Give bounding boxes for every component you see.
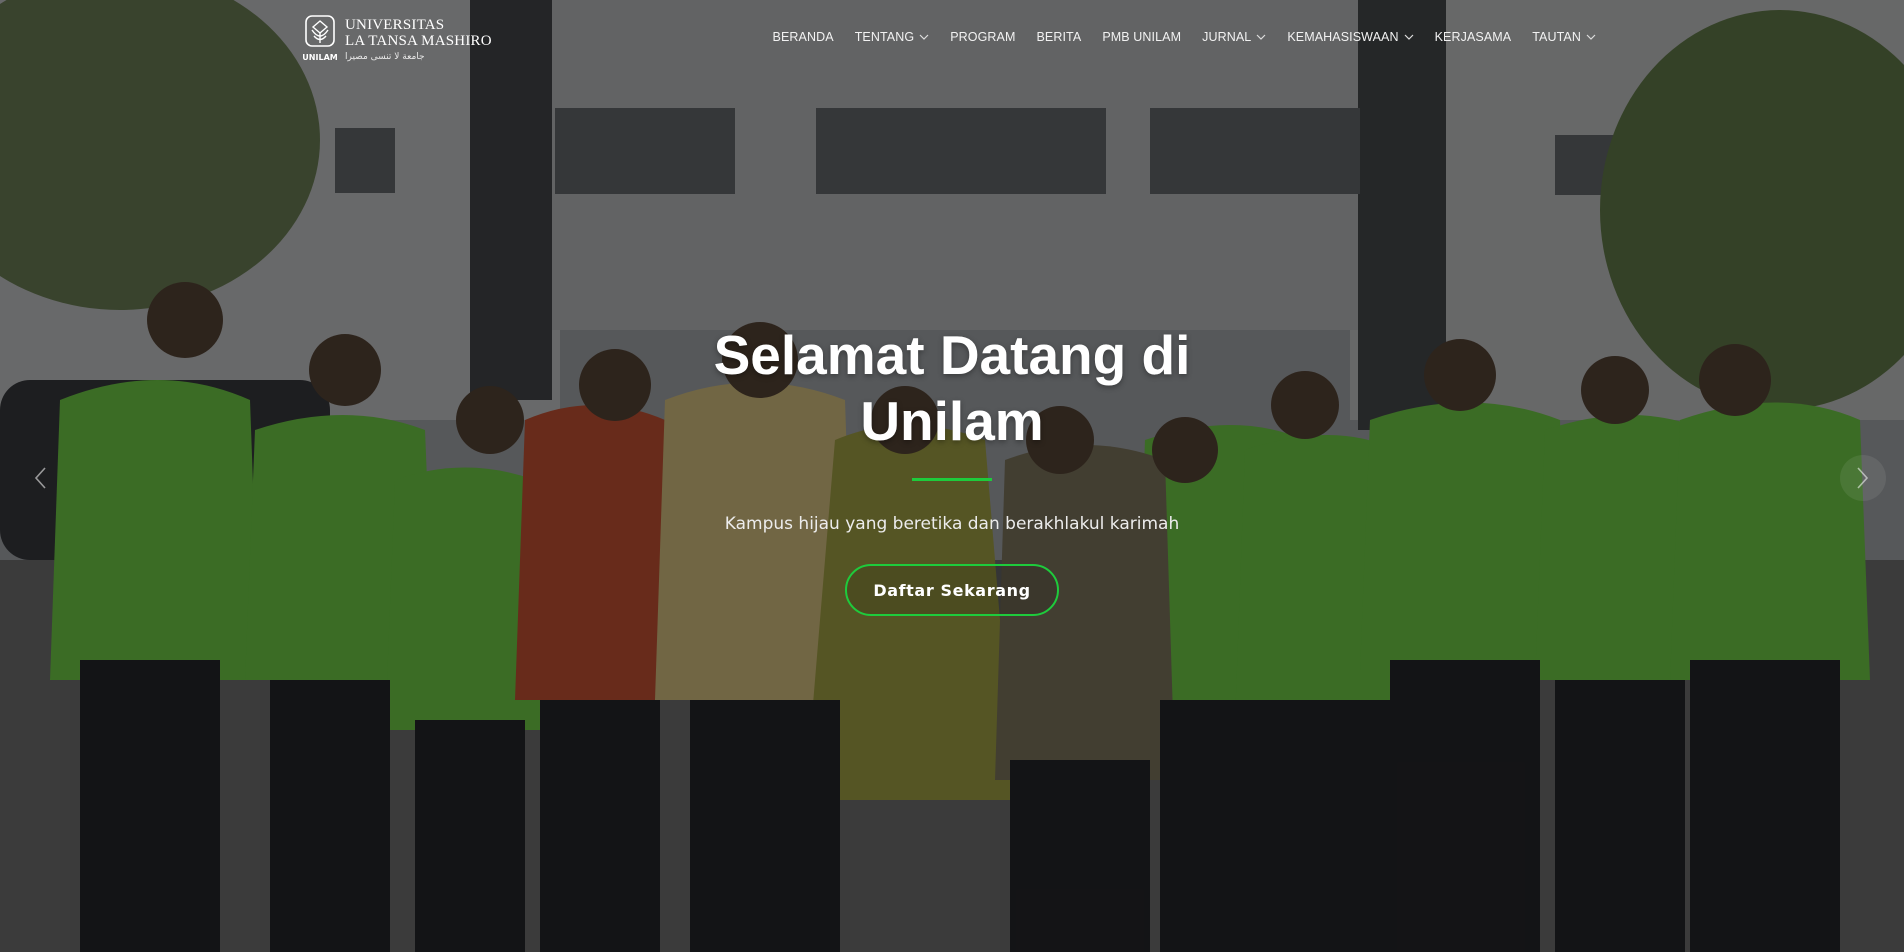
chevron-down-icon xyxy=(1404,34,1414,40)
site-logo[interactable]: UNILAM UNIVERSITAS LA TANSA MASHIRO جامع… xyxy=(303,14,492,66)
nav-label: PMB UNILAM xyxy=(1102,30,1182,44)
nav-label: KERJASAMA xyxy=(1434,30,1512,44)
chevron-down-icon xyxy=(1586,34,1596,40)
nav-label: TAUTAN xyxy=(1532,30,1581,44)
chevron-down-icon xyxy=(919,34,929,40)
hero-content: Selamat Datang di Unilam Kampus hijau ya… xyxy=(0,322,1904,616)
hero-title-line-1: Selamat Datang di xyxy=(713,324,1191,386)
logo-line-arabic: جامعة لا تنسى مصيرا xyxy=(345,51,425,62)
nav-item-kemahasiswaan[interactable]: KEMAHASISWAAN xyxy=(1287,30,1414,44)
nav-item-jurnal[interactable]: JURNAL xyxy=(1202,30,1266,44)
main-nav: BERANDA TENTANG PROGRAM BERITA PMB UNILA… xyxy=(773,30,1596,44)
nav-item-pmb-unilam[interactable]: PMB UNILAM xyxy=(1102,30,1181,44)
logo-text: UNIVERSITAS LA TANSA MASHIRO جامعة لا تن… xyxy=(345,17,492,62)
chevron-down-icon xyxy=(1256,34,1266,40)
emblem-caption: UNILAM xyxy=(303,53,337,62)
nav-item-tautan[interactable]: TAUTAN xyxy=(1532,30,1596,44)
nav-label: TENTANG xyxy=(854,30,915,44)
nav-label: BERANDA xyxy=(772,30,834,44)
hero-title-line-2: Unilam xyxy=(860,390,1044,452)
nav-label: BERITA xyxy=(1036,30,1082,44)
logo-line-1: UNIVERSITAS xyxy=(345,17,445,34)
hero-divider xyxy=(912,478,992,481)
nav-item-kerjasama[interactable]: KERJASAMA xyxy=(1435,30,1512,44)
hero-title: Selamat Datang di Unilam xyxy=(692,322,1212,454)
nav-item-beranda[interactable]: BERANDA xyxy=(773,30,834,44)
nav-item-program[interactable]: PROGRAM xyxy=(950,30,1015,44)
register-now-button[interactable]: Daftar Sekarang xyxy=(845,564,1059,616)
nav-item-berita[interactable]: BERITA xyxy=(1036,30,1081,44)
nav-label: KEMAHASISWAAN xyxy=(1287,30,1399,44)
university-emblem-icon: UNILAM xyxy=(303,15,337,62)
logo-line-2: LA TANSA MASHIRO xyxy=(345,32,492,49)
nav-label: JURNAL xyxy=(1202,30,1252,44)
nav-label: PROGRAM xyxy=(950,30,1016,44)
nav-item-tentang[interactable]: TENTANG xyxy=(855,30,930,44)
site-header: UNILAM UNIVERSITAS LA TANSA MASHIRO جامع… xyxy=(0,0,1904,80)
hero-subtitle: Kampus hijau yang beretika dan berakhlak… xyxy=(724,514,1180,534)
